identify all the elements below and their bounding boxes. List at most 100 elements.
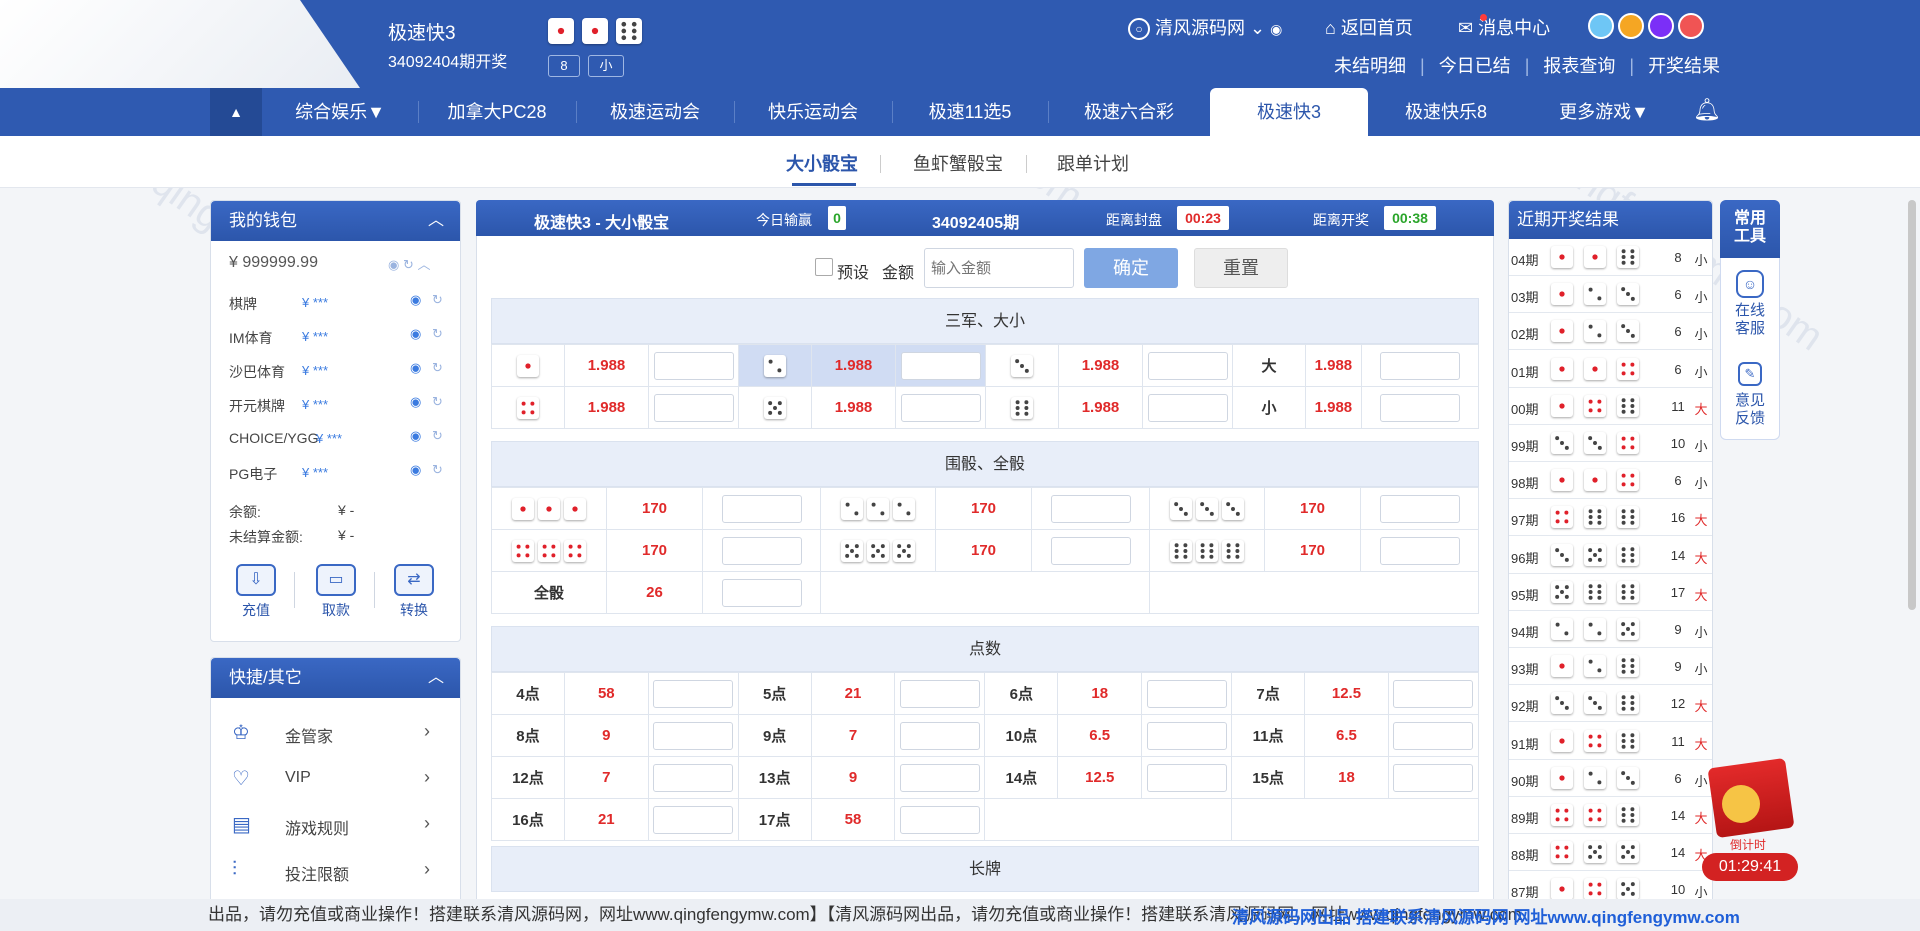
bet-amount-input[interactable] (1146, 721, 1227, 750)
card-icon[interactable]: ▭ (316, 564, 356, 596)
quick-item-3[interactable]: 投注限额 (285, 861, 349, 885)
bet-amount-input[interactable] (899, 763, 980, 792)
bet-amount-input[interactable] (721, 536, 802, 565)
triple-dice-cell[interactable] (1149, 529, 1265, 572)
triple-dice-cell[interactable] (820, 487, 936, 530)
chevron-right-icon[interactable]: › (424, 767, 430, 788)
eye-icon[interactable]: ◉ (410, 394, 421, 410)
eye-icon[interactable]: ◉ (410, 462, 421, 478)
service-icon[interactable]: ☺ (1736, 270, 1764, 298)
sanjun-die-cell[interactable] (491, 344, 565, 387)
small-label[interactable]: 小 (1232, 386, 1306, 429)
bet-amount-input[interactable] (653, 721, 734, 750)
bet-amount-input[interactable] (1146, 679, 1227, 708)
refresh-icon[interactable]: ↻ (432, 428, 443, 444)
nav-tab-4[interactable]: 极速11选5 (892, 88, 1048, 136)
chevron-up-icon[interactable]: ︿ (428, 201, 444, 241)
collapse-up-icon[interactable]: ▲ (210, 88, 262, 136)
chevron-up-icon[interactable]: ︿ (428, 658, 444, 698)
reset-button[interactable]: 重置 (1194, 248, 1288, 288)
nav-tab-5[interactable]: 极速六合彩 (1048, 88, 1210, 136)
point-label[interactable]: 14点 (984, 756, 1059, 799)
bet-amount-input[interactable] (653, 351, 734, 380)
bet-amount-input[interactable] (1379, 494, 1460, 523)
quick-item-1[interactable]: VIP (285, 769, 311, 787)
point-label[interactable]: 16点 (491, 798, 565, 841)
nav-tab-6[interactable]: 极速快3 (1210, 88, 1368, 136)
point-label[interactable]: 4点 (491, 672, 565, 715)
bet-amount-input[interactable] (653, 805, 734, 834)
bet-amount-input[interactable] (1393, 763, 1474, 792)
point-label[interactable]: 8点 (491, 714, 565, 757)
feedback[interactable]: 意见反馈 (1730, 392, 1770, 428)
point-label[interactable]: 6点 (984, 672, 1059, 715)
theme-color-2[interactable] (1648, 13, 1674, 39)
bet-amount-input[interactable] (1146, 763, 1227, 792)
confirm-button[interactable]: 确定 (1084, 248, 1178, 288)
subnav-item-dxsb[interactable]: 大小骰宝 (786, 150, 858, 176)
online-service[interactable]: 在线客服 (1730, 302, 1770, 338)
triple-dice-cell[interactable] (1149, 487, 1265, 530)
nav-tab-3[interactable]: 快乐运动会 (734, 88, 892, 136)
sanjun-die-cell[interactable] (985, 344, 1059, 387)
bet-amount-input[interactable] (899, 679, 980, 708)
wallet-icon[interactable]: ⇩ (236, 564, 276, 596)
nav-tab-0[interactable]: 综合娱乐▼ (262, 88, 418, 136)
nav-tab-7[interactable]: 极速快乐8 (1368, 88, 1524, 136)
wallet-title[interactable]: 我的钱包 ︿ (211, 201, 460, 241)
home-link[interactable]: ⌂ 返回首页 (1325, 14, 1413, 40)
bet-amount-input[interactable] (653, 679, 734, 708)
bet-amount-input[interactable] (721, 494, 802, 523)
eye-icon[interactable]: ◉ (410, 292, 421, 308)
triple-dice-cell[interactable] (820, 529, 936, 572)
bell-icon[interactable]: 🔔︎ (1693, 97, 1721, 123)
point-label[interactable]: 5点 (737, 672, 812, 715)
sanjun-die-cell[interactable] (738, 386, 812, 429)
big-label[interactable]: 大 (1232, 344, 1306, 387)
triple-dice-cell[interactable] (491, 487, 607, 530)
bet-amount-input[interactable] (1379, 351, 1460, 380)
wallet-action-2[interactable]: 转换 (390, 600, 438, 620)
bet-amount-input[interactable] (1147, 351, 1228, 380)
bet-amount-input[interactable] (653, 763, 734, 792)
header-link-2[interactable]: 报表查询 (1543, 56, 1615, 76)
quan-label[interactable]: 全骰 (491, 571, 607, 614)
subnav-item-follow[interactable]: 跟单计划 (1057, 150, 1129, 176)
nav-tab-2[interactable]: 极速运动会 (576, 88, 734, 136)
theme-color-3[interactable] (1678, 13, 1704, 39)
point-label[interactable]: 11点 (1231, 714, 1306, 757)
wallet-tools-icons[interactable]: ◉ ↻ ︿ (388, 254, 430, 273)
bet-amount-input[interactable] (1379, 393, 1460, 422)
preset-checkbox[interactable] (815, 258, 833, 276)
scrollbar[interactable] (1908, 200, 1916, 610)
bet-amount-input[interactable] (900, 393, 981, 422)
messages-link[interactable]: ✉ 消息中心 (1458, 14, 1550, 40)
refresh-icon[interactable]: ↻ (432, 292, 443, 308)
feedback-icon[interactable]: ✎ (1738, 362, 1762, 386)
bet-amount-input[interactable] (1379, 536, 1460, 565)
point-label[interactable]: 7点 (1231, 672, 1306, 715)
sanjun-die-cell[interactable] (491, 386, 565, 429)
chevron-right-icon[interactable]: › (424, 859, 430, 880)
nav-tab-8[interactable]: 更多游戏▼ (1524, 88, 1684, 136)
sanjun-die-cell[interactable] (985, 386, 1059, 429)
point-label[interactable]: 9点 (737, 714, 812, 757)
bet-amount-input[interactable] (653, 393, 734, 422)
sanjun-die-cell[interactable] (738, 344, 812, 387)
user-menu[interactable]: ○ 清风源码网 ⌄ ◉ (1128, 14, 1282, 41)
refresh-icon[interactable]: ↻ (432, 462, 443, 478)
quick-item-0[interactable]: 金管家 (285, 723, 333, 747)
theme-color-1[interactable] (1618, 13, 1644, 39)
wallet-action-0[interactable]: 充值 (232, 600, 280, 620)
refresh-icon[interactable]: ↻ (432, 394, 443, 410)
eye-icon[interactable]: ◉ (410, 326, 421, 342)
point-label[interactable]: 12点 (491, 756, 565, 799)
eye-icon[interactable]: ◉ (1270, 21, 1282, 37)
nav-tab-1[interactable]: 加拿大PC28 (418, 88, 576, 136)
bet-amount-input[interactable] (899, 721, 980, 750)
header-link-3[interactable]: 开奖结果 (1648, 56, 1720, 76)
eye-icon[interactable]: ◉ (410, 360, 421, 376)
chevron-right-icon[interactable]: › (424, 721, 430, 742)
point-label[interactable]: 17点 (737, 798, 812, 841)
transfer-icon[interactable]: ⇄ (394, 564, 434, 596)
